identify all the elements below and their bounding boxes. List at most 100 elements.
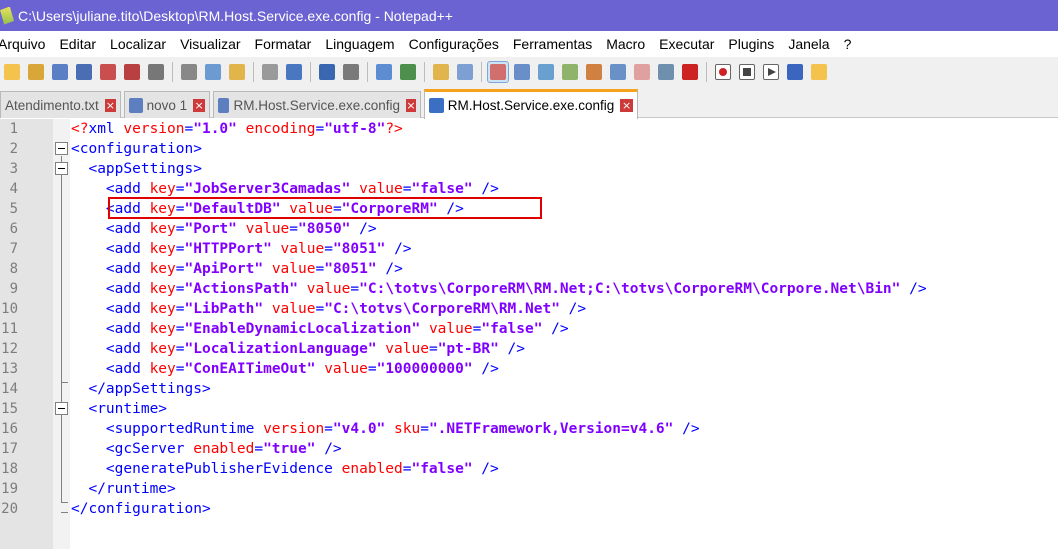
close-all-button[interactable] xyxy=(122,62,142,82)
folder-workspace-button[interactable] xyxy=(632,62,652,82)
toolbar-separator xyxy=(424,62,425,82)
close-tab-icon[interactable]: × xyxy=(620,99,633,112)
menu-12[interactable]: ? xyxy=(837,36,859,52)
play-multiple-macro-button[interactable] xyxy=(785,62,805,82)
token-val: "ConEAITimeOut" xyxy=(184,361,316,377)
cut-button[interactable] xyxy=(179,62,199,82)
code-line[interactable]: 10 <add key="LibPath" value="C:\totvs\Co… xyxy=(0,299,1058,319)
close-tab-icon[interactable]: × xyxy=(104,98,116,112)
redo-button[interactable] xyxy=(284,62,304,82)
menu-0[interactable]: Arquivo xyxy=(0,36,52,52)
code-text: <add key="HTTPPort" value="8051" /> xyxy=(71,239,412,259)
indent-guide-button[interactable] xyxy=(536,62,556,82)
replace-button[interactable] xyxy=(341,62,361,82)
code-line[interactable]: 2 <configuration> xyxy=(0,139,1058,159)
code-line[interactable]: 8 <add key="ApiPort" value="8051" /> xyxy=(0,259,1058,279)
tab-0[interactable]: Atendimento.txt × xyxy=(0,91,121,118)
token-tag: = xyxy=(254,441,264,457)
close-tab-icon[interactable]: × xyxy=(193,98,205,112)
udl-button[interactable] xyxy=(560,62,580,82)
paste-icon xyxy=(229,64,245,80)
token-attr: key xyxy=(149,341,176,357)
token-tag: = xyxy=(420,421,429,437)
code-line[interactable]: 3 <appSettings> xyxy=(0,159,1058,179)
token-tag: <add xyxy=(105,281,150,297)
stop-macro-icon xyxy=(739,64,755,80)
token-tag: <add xyxy=(105,221,150,237)
paste-button[interactable] xyxy=(227,62,247,82)
close-button[interactable] xyxy=(98,62,118,82)
undo-button[interactable] xyxy=(260,62,280,82)
open-file-button[interactable] xyxy=(26,62,46,82)
show-all-chars-button[interactable] xyxy=(512,62,532,82)
save-button[interactable] xyxy=(50,62,70,82)
record-macro-button[interactable] xyxy=(713,62,733,82)
doc-map-button[interactable] xyxy=(584,62,604,82)
code-line[interactable]: 4 <add key="JobServer3Camadas" value="fa… xyxy=(0,179,1058,199)
tab-bar: Atendimento.txt × novo 1 × RM.Host.Service.e… xyxy=(0,87,1058,119)
token-tag: = xyxy=(315,121,325,137)
line-number: 11 xyxy=(1,321,18,337)
menu-9[interactable]: Executar xyxy=(652,36,721,52)
code-line[interactable]: 15 <runtime> xyxy=(0,399,1058,419)
play-macro-button[interactable] xyxy=(761,62,781,82)
menu-8[interactable]: Macro xyxy=(599,36,652,52)
toolbar-separator xyxy=(481,62,482,82)
code-line[interactable]: 7 <add key="HTTPPort" value="8051" /> xyxy=(0,239,1058,259)
code-line[interactable]: 14 </appSettings> xyxy=(0,379,1058,399)
menu-11[interactable]: Janela xyxy=(781,36,836,52)
tab-1[interactable]: novo 1 × xyxy=(124,91,210,118)
code-text: </appSettings> xyxy=(71,379,210,399)
code-line[interactable]: 16 <supportedRuntime version="v4.0" sku=… xyxy=(0,419,1058,439)
code-line[interactable]: 11 <add key="EnableDynamicLocalization" … xyxy=(0,319,1058,339)
window-title: C:\Users\juliane.tito\Desktop\RM.Host.Se… xyxy=(18,7,453,24)
save-all-button[interactable] xyxy=(74,62,94,82)
code-line[interactable]: 19 </runtime> xyxy=(0,479,1058,499)
code-line[interactable]: 18 <generatePublisherEvidence enabled="f… xyxy=(0,459,1058,479)
new-file-button[interactable] xyxy=(2,62,22,82)
word-wrap-button[interactable] xyxy=(487,61,509,83)
menu-6[interactable]: Configurações xyxy=(402,36,506,52)
zoom-out-button[interactable] xyxy=(398,62,418,82)
code-line[interactable]: 17 <gcServer enabled="true" /> xyxy=(0,439,1058,459)
save-macro-button[interactable] xyxy=(809,62,829,82)
doc-list-button[interactable] xyxy=(656,62,676,82)
code-line[interactable]: 13 <add key="ConEAITimeOut" value="10000… xyxy=(0,359,1058,379)
menu-3[interactable]: Visualizar xyxy=(173,36,247,52)
function-list-button[interactable] xyxy=(608,62,628,82)
code-line[interactable]: 6 <add key="Port" value="8050" /> xyxy=(0,219,1058,239)
code-text: <configuration> xyxy=(71,139,202,159)
menu-7[interactable]: Ferramentas xyxy=(506,36,599,52)
token-tag: = xyxy=(367,361,377,377)
code-line[interactable]: 12 <add key="LocalizationLanguage" value… xyxy=(0,339,1058,359)
print-button[interactable] xyxy=(146,62,166,82)
code-editor[interactable]: 1 <?xml version="1.0" encoding="utf-8"?> 2… xyxy=(0,119,1058,549)
stop-macro-button[interactable] xyxy=(737,62,757,82)
sync-horizontal-button[interactable] xyxy=(455,62,475,82)
menu-1[interactable]: Editar xyxy=(52,36,103,52)
token-tag: = xyxy=(324,241,333,257)
close-tab-icon[interactable]: × xyxy=(406,98,416,112)
menu-4[interactable]: Formatar xyxy=(248,36,319,52)
sync-vertical-icon xyxy=(433,64,449,80)
find-button[interactable] xyxy=(317,62,337,82)
menu-2[interactable]: Localizar xyxy=(103,36,173,52)
code-line[interactable]: 1 <?xml version="1.0" encoding="utf-8"?> xyxy=(0,119,1058,139)
token-val: "Port" xyxy=(184,221,237,237)
tab-2[interactable]: RM.Host.Service.exe.config × xyxy=(213,91,421,118)
menu-5[interactable]: Linguagem xyxy=(318,36,401,52)
code-line[interactable]: 20 </configuration> xyxy=(0,499,1058,519)
token-val: "false" xyxy=(411,181,473,197)
token-attr: key xyxy=(149,281,176,297)
monitoring-button[interactable] xyxy=(680,62,700,82)
sync-vertical-button[interactable] xyxy=(431,62,451,82)
zoom-in-button[interactable] xyxy=(374,62,394,82)
token-tag: /> xyxy=(472,461,499,477)
menu-10[interactable]: Plugins xyxy=(721,36,781,52)
tab-3[interactable]: RM.Host.Service.exe.config × xyxy=(424,89,638,119)
code-line[interactable]: 9 <add key="ActionsPath" value="C:\totvs… xyxy=(0,279,1058,299)
copy-button[interactable] xyxy=(203,62,223,82)
find-icon xyxy=(319,64,335,80)
